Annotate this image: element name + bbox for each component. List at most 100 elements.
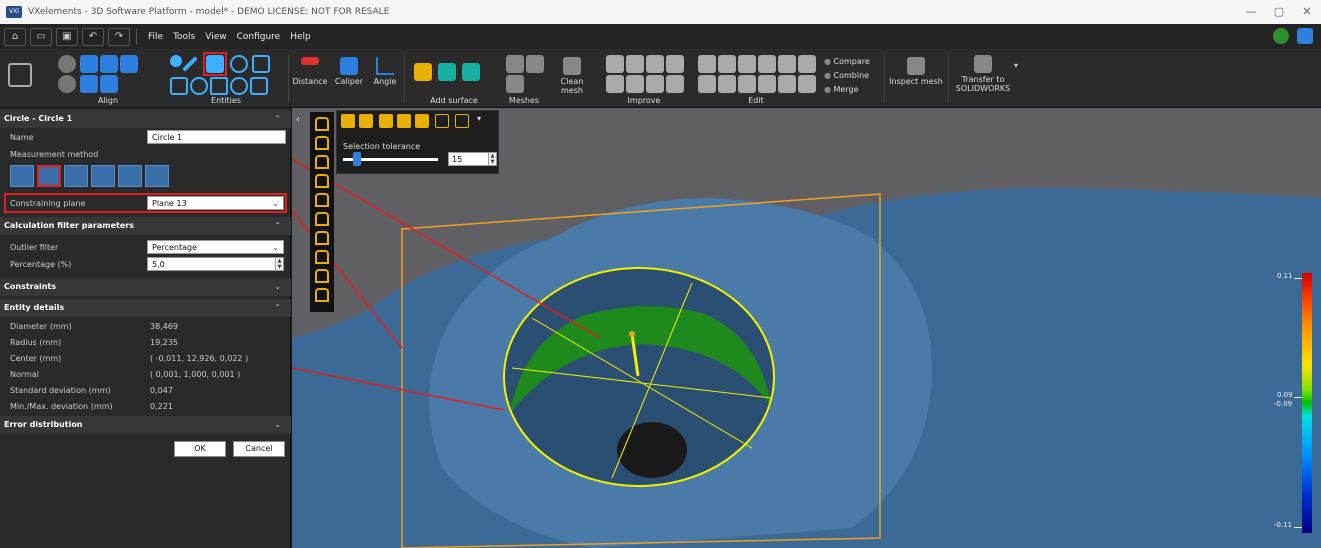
- slider-thumb[interactable]: [353, 152, 362, 166]
- cancel-button[interactable]: Cancel: [233, 441, 285, 457]
- select-island-icon[interactable]: [455, 114, 469, 128]
- align-coordinate-icon[interactable]: [80, 75, 98, 93]
- menu-help[interactable]: Help: [290, 32, 311, 42]
- error-distribution-header[interactable]: Error distribution ⌄: [0, 416, 291, 434]
- merge-button[interactable]: ● Merge: [824, 83, 884, 97]
- selection-tolerance-field[interactable]: 15 ▲ ▼: [448, 152, 497, 166]
- minimize-button[interactable]: —: [1237, 0, 1265, 24]
- improve-smooth-icon[interactable]: [626, 55, 644, 73]
- edit-draw-icon[interactable]: [778, 75, 796, 93]
- improve-remesh-icon[interactable]: [606, 75, 624, 93]
- improve-optimize-icon[interactable]: [646, 75, 664, 93]
- edit-offset-icon[interactable]: [758, 75, 776, 93]
- select-all-icon[interactable]: [315, 231, 329, 245]
- select-line-icon[interactable]: [315, 155, 329, 169]
- shrink-selection-icon[interactable]: [359, 114, 373, 128]
- select-visible-icon[interactable]: [315, 193, 329, 207]
- menu-view[interactable]: View: [205, 32, 226, 42]
- align-surface-icon[interactable]: [100, 75, 118, 93]
- rectangle-entity-icon[interactable]: [252, 55, 270, 73]
- select-border-icon[interactable]: [415, 114, 429, 128]
- calc-filter-header[interactable]: Calculation filter parameters ⌃: [0, 217, 291, 235]
- edit-plane-cut-icon[interactable]: [778, 55, 796, 73]
- save-icon[interactable]: ▣: [56, 27, 78, 46]
- redo-icon[interactable]: ↷: [108, 27, 130, 46]
- combine-button[interactable]: ● Combine: [824, 69, 884, 83]
- method-curve-icon[interactable]: [145, 165, 169, 187]
- ribbon-more-dropdown[interactable]: ▾: [1014, 61, 1018, 70]
- align-entities-icon[interactable]: [100, 55, 118, 73]
- method-constrained-icon[interactable]: [37, 165, 61, 187]
- edit-bridge-icon[interactable]: [798, 55, 816, 73]
- distance-button[interactable]: Distance: [292, 57, 328, 86]
- plane-entity-icon[interactable]: [170, 77, 188, 95]
- constraining-plane-select[interactable]: Plane 13 ⌄: [147, 196, 284, 210]
- transfer-solidworks-button[interactable]: Transfer to SOLIDWORKS: [954, 55, 1012, 93]
- select-region-icon[interactable]: [435, 114, 449, 128]
- mesh-split-icon[interactable]: [506, 55, 524, 73]
- 3d-viewport[interactable]: ‹ ▾ Selection tolerance 15 ▲ ▼ 0.11 0.09 …: [292, 108, 1321, 548]
- cube-view-icon[interactable]: [8, 63, 32, 89]
- ellipse-entity-icon[interactable]: [230, 55, 248, 73]
- cone-entity-icon[interactable]: [210, 77, 228, 95]
- chat-icon[interactable]: [1297, 28, 1313, 44]
- align-reference-icon[interactable]: [120, 55, 138, 73]
- mesh-combine-icon[interactable]: [506, 75, 524, 93]
- globe-icon[interactable]: [1273, 28, 1289, 44]
- point-entity-icon[interactable]: [170, 55, 182, 67]
- align-icon[interactable]: [58, 55, 76, 73]
- panel-header[interactable]: Circle - Circle 1 ⌃: [0, 110, 291, 128]
- align-points-icon[interactable]: [80, 55, 98, 73]
- compare-button[interactable]: ● Compare: [824, 55, 884, 69]
- spinner-arrows-icon[interactable]: ▲ ▼: [488, 153, 496, 165]
- edit-section-icon[interactable]: [798, 75, 816, 93]
- collapse-chevron-icon[interactable]: ⌃: [274, 299, 281, 317]
- select-connected-icon[interactable]: [379, 114, 393, 128]
- edit-mirror-icon[interactable]: [758, 55, 776, 73]
- method-layer-icon[interactable]: [118, 165, 142, 187]
- select-lasso-icon[interactable]: [315, 136, 329, 150]
- select-surface-icon[interactable]: [315, 174, 329, 188]
- caliper-button[interactable]: Caliper: [334, 57, 364, 86]
- expand-chevron-icon[interactable]: ⌄: [274, 278, 281, 296]
- select-triangle-icon[interactable]: [315, 269, 329, 283]
- select-invert-icon[interactable]: [315, 250, 329, 264]
- select-rect-icon[interactable]: [315, 117, 329, 131]
- collapse-chevron-icon[interactable]: ⌃: [274, 217, 281, 235]
- surface-patch-icon[interactable]: [438, 63, 456, 81]
- line-entity-icon[interactable]: [182, 56, 198, 72]
- grow-selection-icon[interactable]: [341, 114, 355, 128]
- method-probe-icon[interactable]: [91, 165, 115, 187]
- mesh-delete-icon[interactable]: [526, 55, 544, 73]
- sphere-entity-icon[interactable]: [190, 77, 208, 95]
- clean-mesh-button[interactable]: Clean mesh: [550, 57, 594, 95]
- select-similar-icon[interactable]: [397, 114, 411, 128]
- inspect-mesh-button[interactable]: Inspect mesh: [888, 57, 944, 86]
- align-best-fit-icon[interactable]: [58, 75, 76, 93]
- outlier-filter-select[interactable]: Percentage ⌄: [147, 240, 284, 254]
- spinner-arrows-icon[interactable]: ▲ ▼: [275, 258, 283, 270]
- improve-fill-holes-icon[interactable]: [606, 55, 624, 73]
- mesh-scene[interactable]: [292, 108, 1321, 548]
- more-options-dropdown[interactable]: ▾: [477, 114, 491, 128]
- menu-configure[interactable]: Configure: [237, 32, 281, 42]
- edit-cut-icon[interactable]: [698, 55, 716, 73]
- edit-extrude-icon[interactable]: [738, 75, 756, 93]
- surface-point-icon[interactable]: [414, 63, 432, 81]
- new-file-icon[interactable]: ▭: [30, 27, 52, 46]
- curve-entity-icon[interactable]: [250, 77, 268, 95]
- improve-subdivide-icon[interactable]: [626, 75, 644, 93]
- edit-move-icon[interactable]: [698, 75, 716, 93]
- entity-details-header[interactable]: Entity details ⌃: [0, 299, 291, 317]
- cylinder-entity-icon[interactable]: [230, 77, 248, 95]
- constraints-header[interactable]: Constraints ⌄: [0, 278, 291, 296]
- improve-decimate-icon[interactable]: [646, 55, 664, 73]
- improve-sharpen-icon[interactable]: [666, 75, 684, 93]
- surface-fit-icon[interactable]: [462, 63, 480, 81]
- edit-trim-icon[interactable]: [718, 55, 736, 73]
- method-best-fit-icon[interactable]: [10, 165, 34, 187]
- home-icon[interactable]: ⌂: [4, 27, 26, 46]
- undo-icon[interactable]: ↶: [82, 27, 104, 46]
- select-through-icon[interactable]: [315, 212, 329, 226]
- name-field[interactable]: Circle 1: [147, 130, 286, 144]
